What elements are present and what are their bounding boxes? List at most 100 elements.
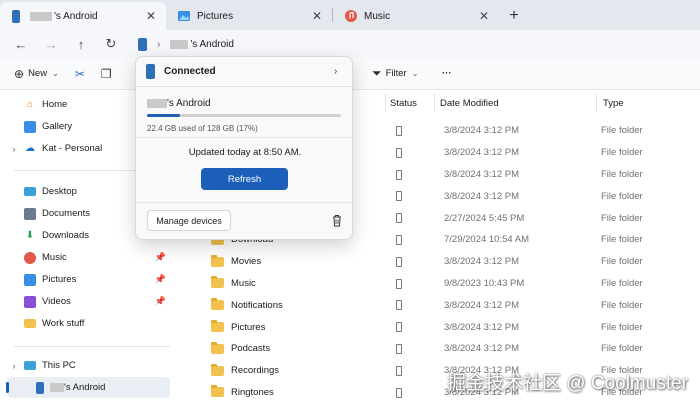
- sidebar-item-work-stuff[interactable]: Work stuff: [8, 313, 170, 334]
- close-icon[interactable]: ✕: [477, 9, 491, 23]
- divider: [14, 346, 170, 347]
- row-date: 7/29/2024 10:54 AM: [444, 234, 530, 246]
- column-date[interactable]: Date Modified: [435, 90, 499, 116]
- address-bar: ← → ↑ ↻ › 's Android: [0, 30, 700, 58]
- row-name: Movies: [211, 251, 261, 273]
- folder-icon: [211, 385, 224, 398]
- row-date: 3/8/2024 3:12 PM: [444, 125, 519, 137]
- computer-icon: [24, 361, 36, 370]
- chevron-right-icon[interactable]: ›: [8, 361, 20, 371]
- sidebar-item-label: Videos: [42, 296, 71, 307]
- manage-devices-button[interactable]: Manage devices: [147, 210, 231, 231]
- phone-icon: [146, 64, 155, 79]
- tab-android[interactable]: 's Android ✕: [0, 2, 166, 30]
- row-date: 3/8/2024 3:12 PM: [444, 168, 519, 180]
- last-updated: Updated today at 8:50 AM.: [188, 147, 302, 158]
- phone-status-icon: [396, 322, 402, 333]
- filter-label: Filter: [385, 68, 407, 79]
- back-button[interactable]: ←: [6, 31, 36, 57]
- folder-icon: [24, 319, 36, 328]
- folder-icon: [211, 341, 224, 354]
- sidebar-item-label: Music: [42, 252, 67, 263]
- phone-status-icon: [396, 169, 402, 180]
- phone-status-icon: [396, 278, 402, 289]
- row-date: 9/8/2023 10:43 PM: [444, 277, 525, 289]
- download-icon: ⬇: [25, 230, 35, 241]
- cloud-icon: ☁: [25, 143, 35, 154]
- row-type: File folder: [601, 147, 643, 159]
- tab-label: Pictures: [197, 10, 234, 22]
- pictures-icon: [24, 273, 36, 286]
- refresh-button[interactable]: ↻: [96, 31, 126, 57]
- tab-label: Music: [364, 10, 391, 22]
- column-type[interactable]: Type: [598, 90, 624, 116]
- folder-icon: [211, 320, 224, 333]
- new-button[interactable]: ⊕ New ⌄: [8, 61, 65, 87]
- breadcrumb[interactable]: › 's Android: [138, 37, 234, 51]
- row-name: Notifications: [211, 294, 283, 316]
- refresh-button[interactable]: Refresh: [201, 168, 288, 190]
- up-button[interactable]: ↑: [66, 31, 96, 57]
- sidebar-item-music[interactable]: Music 📌: [8, 247, 170, 268]
- phone-status-icon: [396, 300, 402, 311]
- table-row[interactable]: Podcasts 3/8/2024 3:12 PM File folder: [178, 338, 700, 360]
- row-type: File folder: [601, 299, 643, 311]
- device-flyout: Connected › 's Android 22.4 GB used of 1…: [135, 56, 354, 240]
- chevron-right-icon: ›: [157, 38, 161, 50]
- row-date: 3/8/2024 3:12 PM: [444, 321, 519, 333]
- cut-button[interactable]: ✂: [69, 61, 95, 87]
- forward-button[interactable]: →: [36, 31, 66, 57]
- flyout-header[interactable]: Connected ›: [136, 57, 354, 87]
- table-row[interactable]: Notifications 3/8/2024 3:12 PM File fold…: [178, 294, 700, 316]
- documents-icon: [24, 207, 36, 220]
- storage-bar: [147, 114, 341, 117]
- redacted-name: [147, 98, 167, 108]
- sidebar-item-pictures[interactable]: Pictures 📌: [8, 269, 170, 290]
- videos-icon: [24, 295, 36, 308]
- folder-icon: [211, 298, 224, 311]
- trash-icon[interactable]: [331, 214, 343, 227]
- phone-status-icon: [396, 344, 402, 354]
- table-row[interactable]: Music 9/8/2023 10:43 PM File folder: [178, 273, 700, 295]
- row-name: Pictures: [211, 316, 265, 338]
- sidebar-item-label: 's Android: [50, 382, 170, 393]
- pin-icon: 📌: [154, 252, 166, 262]
- sidebar-item-this-pc[interactable]: › This PC: [8, 355, 170, 376]
- row-name: Podcasts: [211, 338, 270, 360]
- close-icon[interactable]: ✕: [144, 9, 158, 23]
- more-options-button[interactable]: ···: [436, 61, 458, 87]
- row-date: 2/27/2024 5:45 PM: [444, 212, 525, 224]
- sidebar-item-label: Pictures: [42, 274, 77, 285]
- row-name: Recordings: [211, 360, 279, 382]
- filter-button[interactable]: ⏷ Filter ⌄: [366, 61, 424, 87]
- tab-pictures[interactable]: Pictures ✕: [166, 2, 332, 30]
- table-row[interactable]: Movies 3/8/2024 3:12 PM File folder: [178, 251, 700, 273]
- redacted-name: [50, 382, 64, 392]
- divider: [136, 137, 354, 138]
- row-date: 3/8/2024 3:12 PM: [444, 299, 519, 311]
- sidebar-item-android[interactable]: 's Android: [6, 377, 170, 398]
- chevron-right-icon[interactable]: ›: [8, 144, 20, 154]
- divider: [136, 202, 354, 203]
- close-icon[interactable]: ✕: [310, 9, 324, 23]
- pin-icon: 📌: [154, 296, 166, 306]
- filter-icon: ⏷: [372, 66, 382, 80]
- column-status[interactable]: Status: [385, 90, 417, 116]
- copy-button[interactable]: ❐: [95, 61, 122, 87]
- breadcrumb-device: 's Android: [190, 38, 234, 50]
- phone-icon: [138, 37, 147, 51]
- phone-status-icon: [396, 147, 402, 158]
- table-row[interactable]: Pictures 3/8/2024 3:12 PM File folder: [178, 316, 700, 338]
- chevron-right-icon[interactable]: ›: [334, 66, 354, 77]
- chevron-down-icon: ⌄: [52, 69, 59, 78]
- row-type: File folder: [601, 256, 643, 268]
- new-tab-button[interactable]: +: [499, 2, 529, 30]
- redacted-name: [170, 39, 189, 49]
- tab-music[interactable]: Music ✕: [333, 2, 499, 30]
- plus-circle-icon: ⊕: [14, 66, 25, 81]
- phone-status-icon: [396, 191, 402, 202]
- sidebar-item-videos[interactable]: Videos 📌: [8, 291, 170, 312]
- row-date: 3/8/2024 3:12 PM: [444, 343, 519, 355]
- desktop-icon: [24, 187, 36, 196]
- connection-status: Connected: [164, 66, 216, 77]
